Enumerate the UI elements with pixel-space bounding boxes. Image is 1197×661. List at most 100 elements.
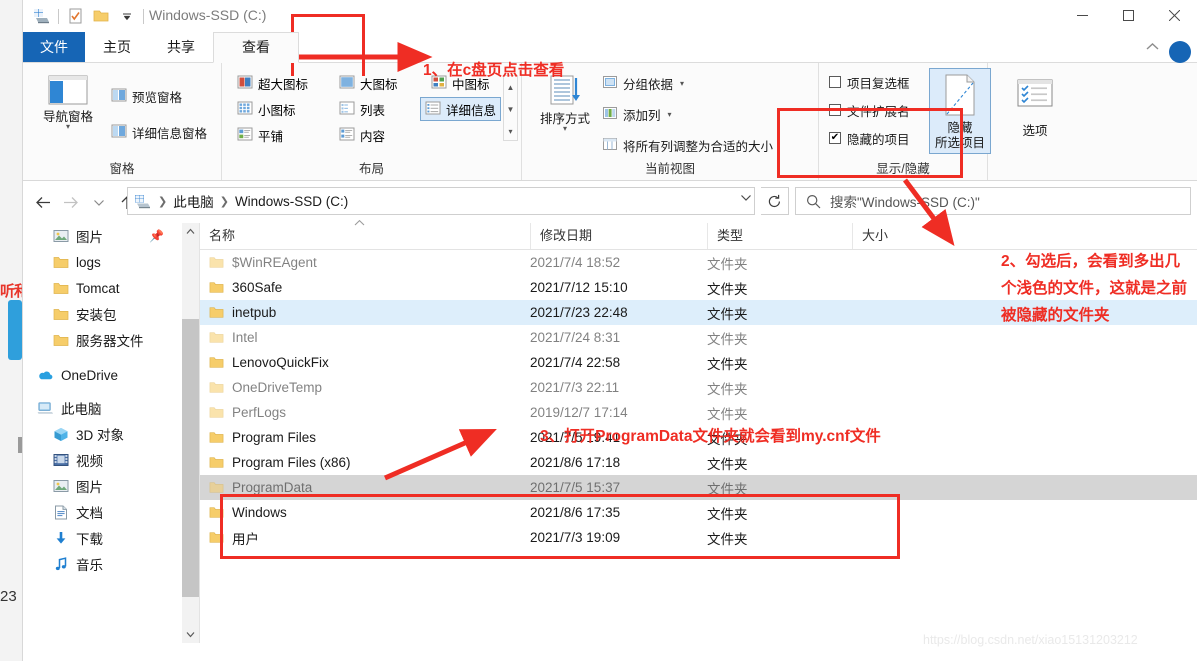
group-by-button[interactable]: 分组依据 ▾	[602, 72, 684, 94]
nav-item-3d-objects[interactable]: 3D 对象	[23, 421, 182, 447]
hidden-items-checkbox[interactable]: ✔	[829, 132, 841, 144]
table-row[interactable]: Intel 2021/7/24 8:31 文件夹	[200, 325, 1197, 350]
table-row[interactable]: $WinREAgent 2021/7/4 18:52 文件夹	[200, 250, 1197, 275]
gallery-scroll-down-icon[interactable]: ▼	[504, 98, 517, 120]
minimize-icon[interactable]	[1059, 0, 1105, 31]
view-large-icons-button[interactable]: 大图标	[335, 71, 402, 95]
nav-item-pictures-quick[interactable]: 图片 📌	[23, 223, 182, 249]
nav-item-pictures[interactable]: 图片	[23, 473, 182, 499]
file-name-cell[interactable]: OneDriveTemp	[209, 380, 322, 395]
search-box[interactable]: 搜索"Windows-SSD (C:)"	[795, 187, 1191, 215]
layout-gallery-scroll[interactable]: ▲ ▼ ▾	[503, 75, 518, 141]
column-header-type[interactable]: 类型	[707, 223, 852, 249]
nav-item-this-pc[interactable]: 此电脑	[23, 395, 182, 421]
help-icon[interactable]	[1169, 41, 1191, 63]
nav-item-server-files[interactable]: 服务器文件	[23, 327, 182, 353]
add-columns-button[interactable]: 添加列 ▾	[602, 103, 672, 125]
gallery-expand-icon[interactable]: ▾	[504, 120, 517, 142]
hidden-items-option[interactable]: ✔ 隐藏的项目	[829, 127, 910, 149]
nav-item-install-package[interactable]: 安装包	[23, 301, 182, 327]
file-name-cell[interactable]: Program Files	[209, 430, 316, 445]
view-tiles-button[interactable]: 平铺	[233, 123, 287, 147]
column-header-date[interactable]: 修改日期	[530, 223, 707, 249]
table-row[interactable]: PerfLogs 2019/12/7 17:14 文件夹	[200, 400, 1197, 425]
table-row[interactable]: LenovoQuickFix 2021/7/4 22:58 文件夹	[200, 350, 1197, 375]
view-content-button[interactable]: 内容	[335, 123, 389, 147]
gallery-scroll-up-icon[interactable]: ▲	[504, 76, 517, 98]
file-name-cell[interactable]: PerfLogs	[209, 405, 286, 420]
nav-item-logs[interactable]: logs	[23, 249, 182, 275]
view-small-icons-button[interactable]: 小图标	[233, 97, 300, 121]
close-icon[interactable]	[1151, 0, 1197, 31]
forward-arrow-icon[interactable]	[57, 189, 85, 215]
table-row[interactable]: Windows 2021/8/6 17:35 文件夹	[200, 500, 1197, 525]
nav-item-onedrive[interactable]: OneDrive	[23, 362, 182, 388]
table-row[interactable]: OneDriveTemp 2021/7/3 22:11 文件夹	[200, 375, 1197, 400]
sort-by-button[interactable]: 排序方式 ▾	[526, 69, 604, 133]
maximize-icon[interactable]	[1105, 0, 1151, 31]
nav-item-tomcat[interactable]: Tomcat	[23, 275, 182, 301]
chevron-down-icon[interactable]: ▾	[66, 123, 70, 131]
table-row[interactable]: Program Files 2021/7/5 19:41 文件夹	[200, 425, 1197, 450]
nav-item-downloads[interactable]: 下载	[23, 525, 182, 551]
table-row[interactable]: inetpub 2021/7/23 22:48 文件夹	[200, 300, 1197, 325]
file-name-cell[interactable]: Program Files (x86)	[209, 455, 351, 470]
tab-view[interactable]: 查看	[213, 32, 299, 63]
file-name-cell[interactable]: ProgramData	[209, 480, 312, 495]
hide-selected-items-button[interactable]: 隐藏 所选项目	[929, 68, 991, 154]
preview-pane-button[interactable]: 预览窗格	[111, 85, 182, 107]
search-input[interactable]: 搜索"Windows-SSD (C:)"	[830, 191, 980, 211]
view-details-button[interactable]: 详细信息	[420, 97, 502, 121]
file-name-cell[interactable]: LenovoQuickFix	[209, 355, 329, 370]
navigation-pane-scrollbar[interactable]	[182, 223, 199, 643]
column-header-size[interactable]: 大小	[852, 223, 982, 249]
chevron-down-icon[interactable]: ▾	[668, 110, 672, 119]
refresh-icon[interactable]	[761, 187, 789, 215]
back-arrow-icon[interactable]	[29, 189, 57, 215]
file-name-cell[interactable]: inetpub	[209, 305, 276, 320]
nav-item-music[interactable]: 音乐	[23, 551, 182, 577]
item-checkboxes-option[interactable]: 项目复选框	[829, 71, 910, 93]
breadcrumb-item-drive[interactable]: Windows-SSD (C:)	[235, 194, 348, 209]
nav-item-videos[interactable]: 视频	[23, 447, 182, 473]
tab-share[interactable]: 共享	[149, 32, 213, 62]
table-row[interactable]: Program Files (x86) 2021/8/6 17:18 文件夹	[200, 450, 1197, 475]
table-row[interactable]: 360Safe 2021/7/12 15:10 文件夹	[200, 275, 1197, 300]
table-row[interactable]: ProgramData 2021/7/5 15:37 文件夹	[200, 475, 1197, 500]
scroll-up-icon[interactable]	[182, 223, 199, 240]
item-checkboxes-checkbox[interactable]	[829, 76, 841, 88]
file-extensions-option[interactable]: 文件扩展名	[829, 99, 910, 121]
chevron-down-icon[interactable]: ▾	[680, 79, 684, 88]
file-extensions-checkbox[interactable]	[829, 104, 841, 116]
file-name-cell[interactable]: 360Safe	[209, 280, 282, 295]
properties-icon[interactable]	[62, 4, 88, 28]
chevron-up-icon[interactable]	[1146, 40, 1159, 54]
customize-qat-caret-icon[interactable]	[114, 4, 140, 28]
address-dropdown-icon[interactable]	[740, 193, 752, 205]
table-row[interactable]: 用户 2021/7/3 19:09 文件夹	[200, 525, 1197, 550]
view-list-button[interactable]: 列表	[335, 97, 389, 121]
recent-locations-caret-icon[interactable]	[85, 189, 113, 215]
nav-item-documents[interactable]: 文档	[23, 499, 182, 525]
file-name-cell[interactable]: Intel	[209, 330, 258, 345]
column-header-name[interactable]: 名称	[200, 223, 530, 249]
chevron-down-icon[interactable]: ▾	[563, 125, 567, 133]
new-folder-icon[interactable]	[88, 4, 114, 28]
pin-icon[interactable]: 📌	[149, 229, 164, 243]
details-pane-button[interactable]: 详细信息窗格	[111, 121, 207, 143]
address-breadcrumb-box[interactable]: ❯ 此电脑 ❯ Windows-SSD (C:)	[127, 187, 755, 215]
options-button[interactable]: 选项	[996, 73, 1074, 138]
tab-home[interactable]: 主页	[85, 32, 149, 62]
scroll-down-icon[interactable]	[182, 626, 199, 643]
tab-file[interactable]: 文件	[23, 32, 85, 62]
drive-icon[interactable]	[29, 4, 55, 28]
file-name-cell[interactable]: 用户	[209, 528, 259, 548]
breadcrumb-item-this-pc[interactable]: 此电脑	[173, 191, 214, 211]
scrollbar-thumb[interactable]	[182, 319, 199, 597]
file-name-cell[interactable]: Windows	[209, 505, 287, 520]
size-all-columns-button[interactable]: 将所有列调整为合适的大小	[602, 134, 773, 156]
view-extra-large-icons-button[interactable]: 超大图标	[233, 71, 312, 95]
navigation-pane-button[interactable]: 导航窗格 ▾	[29, 69, 107, 131]
file-name-cell[interactable]: $WinREAgent	[209, 255, 317, 270]
view-medium-icons-button[interactable]: 中图标	[427, 71, 494, 95]
